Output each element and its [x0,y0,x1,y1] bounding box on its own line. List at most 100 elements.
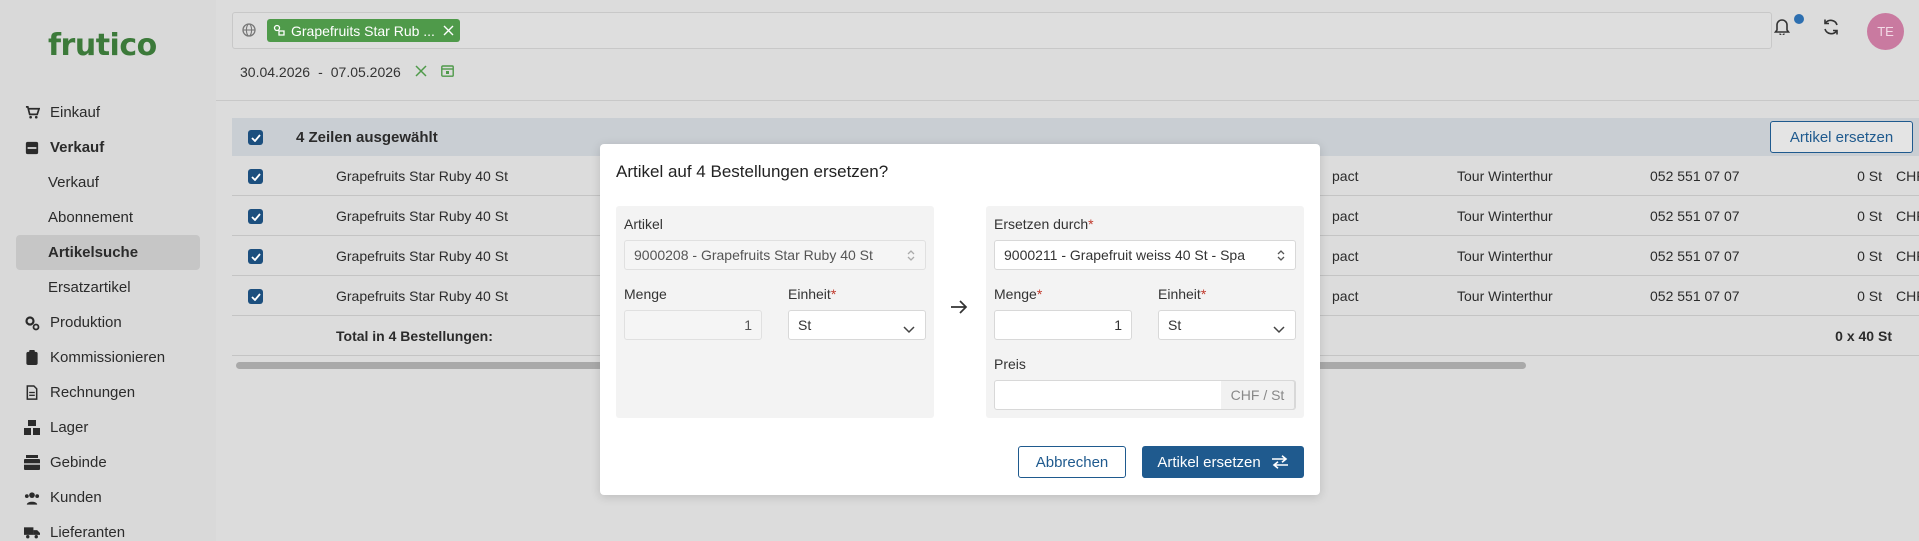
replacement-quantity-field[interactable]: 1 [994,310,1132,340]
sidebar-item-kommissionieren[interactable]: Kommissionieren [16,340,200,375]
sidebar-item-artikelsuche[interactable]: Artikelsuche [16,235,200,270]
close-icon[interactable] [443,23,454,39]
article-label: Artikel [624,216,663,232]
sidebar-item-label: Gebinde [50,454,107,471]
replacement-unit-value: St [1168,317,1182,333]
row-quantity: 0 St [1857,208,1882,224]
cancel-button[interactable]: Abbrechen [1018,446,1126,478]
dialog-title: Artikel auf 4 Bestellungen ersetzen? [616,162,889,181]
unit-label: Einheit* [788,286,837,302]
row-column: pact [1332,168,1359,184]
row-column: pact [1332,248,1359,264]
date-range[interactable]: 30.04.2026 - 07.05.2026 [240,64,454,80]
replacement-quantity-value: 1 [1114,317,1122,333]
sidebar-item-kunden[interactable]: Kunden [16,480,200,515]
row-currency: CHF [1896,248,1919,264]
row-phone: 052 551 07 07 [1650,288,1740,304]
price-input[interactable]: CHF / St [994,380,1296,410]
row-article: Grapefruits Star Ruby 40 St [336,168,508,184]
arrow-right-icon [950,300,968,317]
sidebar-item-label: Kunden [50,489,102,506]
row-article: Grapefruits Star Ruby 40 St [336,208,508,224]
sidebar-item-label: Artikelsuche [48,244,139,261]
confirm-replace-button[interactable]: Artikel ersetzen [1142,446,1304,478]
replacement-article-panel: Ersetzen durch* 9000211 - Grapefruit wei… [986,206,1304,418]
sidebar-item-verkauf-sub[interactable]: Verkauf [16,165,200,200]
chevron-down-icon [903,321,915,337]
row-tour: Tour Winterthur [1457,208,1553,224]
sidebar-item-ersatzartikel[interactable]: Ersatzartikel [16,270,200,305]
filter-chip[interactable]: Grapefruits Star Rub ... [267,19,460,42]
sidebar-item-gebinde[interactable]: Gebinde [16,445,200,480]
sidebar-item-verkauf[interactable]: Verkauf [16,130,200,165]
bell-icon[interactable] [1773,18,1791,38]
source-quantity-value: 1 [744,317,752,333]
row-article: Grapefruits Star Ruby 40 St [336,248,508,264]
sidebar-item-rechnungen[interactable]: Rechnungen [16,375,200,410]
calendar-icon[interactable] [440,64,454,80]
sidebar-item-label: Ersatzartikel [48,279,131,296]
filter-bar[interactable]: Grapefruits Star Rub ... [232,12,1772,49]
total-value: 0 x 40 St [1835,328,1892,344]
cart-icon [24,105,40,121]
sort-icon [1277,249,1285,265]
row-tour: Tour Winterthur [1457,168,1553,184]
replace-article-dialog: Artikel auf 4 Bestellungen ersetzen? Art… [600,144,1320,495]
sidebar-item-lieferanten[interactable]: Lieferanten [16,515,200,541]
sidebar-item-abonnement[interactable]: Abonnement [16,200,200,235]
sidebar-item-label: Produktion [50,314,122,331]
select-all-checkbox[interactable] [248,130,263,145]
sort-icon [907,249,915,265]
row-checkbox[interactable] [248,169,263,184]
clear-date-icon[interactable] [415,64,427,80]
boxes-icon [24,420,40,436]
sidebar-item-lager[interactable]: Lager [16,410,200,445]
replacement-unit-select[interactable]: St [1158,310,1296,340]
quantity-label: Menge [624,286,667,302]
row-article: Grapefruits Star Ruby 40 St [336,288,508,304]
inbox-icon [24,140,40,156]
row-tour: Tour Winterthur [1457,288,1553,304]
date-from: 30.04.2026 [240,64,311,80]
replacement-article-value: 9000211 - Grapefruit weiss 40 St - Spa [1004,247,1245,263]
swap-icon [1271,455,1288,469]
sidebar-item-label: Verkauf [48,174,99,191]
replace-article-button[interactable]: Artikel ersetzen [1770,121,1913,153]
selection-count: 4 Zeilen ausgewählt [296,129,438,146]
total-label: Total in 4 Bestellungen: [336,328,493,344]
sidebar-item-label: Kommissionieren [50,349,166,366]
row-phone: 052 551 07 07 [1650,248,1740,264]
row-currency: CHF [1896,168,1919,184]
row-tour: Tour Winterthur [1457,248,1553,264]
date-to: 07.05.2026 [330,64,401,80]
sidebar-item-label: Verkauf [50,139,105,156]
refresh-icon[interactable] [1822,18,1840,39]
row-checkbox[interactable] [248,249,263,264]
sidebar-item-label: Lieferanten [50,524,126,541]
price-unit: CHF / St [1221,380,1295,410]
sidebar-item-produktion[interactable]: Produktion [16,305,200,340]
row-currency: CHF [1896,288,1919,304]
sidebar-item-label: Abonnement [48,209,134,226]
price-label: Preis [994,356,1026,372]
source-unit-select[interactable]: St [788,310,926,340]
source-quantity-field: 1 [624,310,762,340]
users-icon [24,490,40,506]
row-checkbox[interactable] [248,289,263,304]
sidebar-item-label: Lager [50,419,89,436]
row-quantity: 0 St [1857,288,1882,304]
sidebar-item-einkauf[interactable]: Einkauf [16,95,200,130]
row-checkbox[interactable] [248,209,263,224]
source-article-panel: Artikel 9000208 - Grapefruits Star Ruby … [616,206,934,418]
app-logo[interactable]: frutico [48,28,157,63]
row-column: pact [1332,208,1359,224]
row-phone: 052 551 07 07 [1650,208,1740,224]
source-article-value: 9000208 - Grapefruits Star Ruby 40 St [634,247,873,263]
avatar[interactable]: TE [1867,13,1904,50]
crate-icon [24,455,40,471]
unit-label: Einheit* [1158,286,1207,302]
divider [216,100,1919,101]
sidebar-nav: Einkauf Verkauf Verkauf Abonnement Artik… [16,95,200,541]
replacement-article-select[interactable]: 9000211 - Grapefruit weiss 40 St - Spa [994,240,1296,270]
sidebar-item-label: Rechnungen [50,384,136,401]
